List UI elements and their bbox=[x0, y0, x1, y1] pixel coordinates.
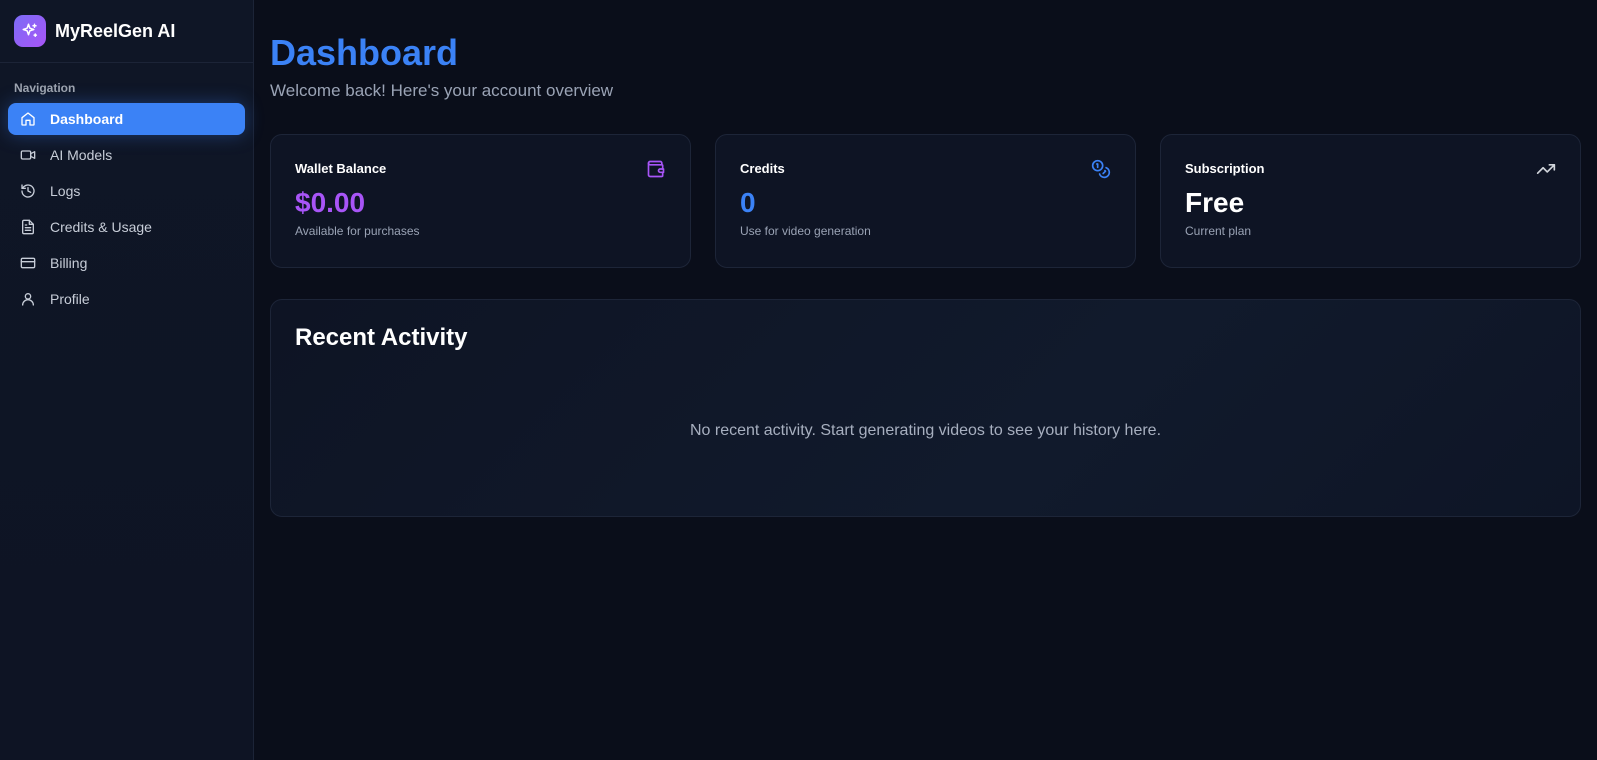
card-caption: Available for purchases bbox=[295, 224, 420, 238]
nav-list: Dashboard AI Models Logs Credits & Usage… bbox=[0, 103, 253, 315]
card-title: Subscription bbox=[1185, 161, 1265, 176]
sidebar-item-label: AI Models bbox=[50, 147, 113, 163]
video-camera-icon bbox=[20, 147, 36, 163]
card-value: $0.00 bbox=[295, 187, 366, 218]
stat-cards: Wallet Balance $0.00 Available for purch… bbox=[270, 134, 1581, 268]
brand-name: MyReelGen AI bbox=[55, 20, 176, 41]
sidebar-item-label: Billing bbox=[50, 255, 88, 271]
sidebar: MyReelGen AI Navigation Dashboard AI Mod… bbox=[0, 0, 254, 760]
home-icon bbox=[20, 111, 36, 127]
trending-up-icon bbox=[1536, 159, 1556, 179]
wallet-icon bbox=[646, 159, 666, 179]
sidebar-item-label: Credits & Usage bbox=[50, 219, 152, 235]
empty-state-message: No recent activity. Start generating vid… bbox=[689, 422, 1162, 439]
nav-heading: Navigation bbox=[14, 81, 76, 95]
sparkles-icon bbox=[14, 15, 46, 47]
sidebar-item-credits-usage[interactable]: Credits & Usage bbox=[8, 211, 245, 243]
card-caption: Use for video generation bbox=[740, 224, 871, 238]
app-root: MyReelGen AI Navigation Dashboard AI Mod… bbox=[0, 0, 1597, 760]
recent-activity-title: Recent Activity bbox=[295, 324, 468, 351]
card-value: Free bbox=[1185, 187, 1245, 218]
wallet-balance-card: Wallet Balance $0.00 Available for purch… bbox=[270, 134, 691, 268]
page-title: Dashboard bbox=[270, 32, 459, 73]
user-icon bbox=[20, 291, 36, 307]
credit-card-icon bbox=[20, 255, 36, 271]
sidebar-item-ai-models[interactable]: AI Models bbox=[8, 139, 245, 171]
recent-activity-panel: Recent Activity No recent activity. Star… bbox=[270, 299, 1581, 517]
card-title: Wallet Balance bbox=[295, 161, 387, 176]
sidebar-item-billing[interactable]: Billing bbox=[8, 247, 245, 279]
sidebar-item-label: Profile bbox=[50, 291, 90, 307]
sidebar-item-label: Dashboard bbox=[50, 111, 124, 127]
sidebar-item-label: Logs bbox=[50, 183, 81, 199]
coins-icon bbox=[1091, 159, 1111, 179]
card-title: Credits bbox=[740, 161, 785, 176]
document-icon bbox=[20, 219, 36, 235]
credits-card: Credits 0 Use for video generation bbox=[715, 134, 1136, 268]
history-icon bbox=[20, 183, 36, 199]
sidebar-item-profile[interactable]: Profile bbox=[8, 283, 245, 315]
page-subtitle: Welcome back! Here's your account overvi… bbox=[270, 81, 614, 100]
card-value: 0 bbox=[740, 187, 756, 218]
card-caption: Current plan bbox=[1185, 224, 1252, 238]
brand[interactable]: MyReelGen AI bbox=[0, 0, 253, 63]
main-content: Dashboard Welcome back! Here's your acco… bbox=[254, 0, 1597, 760]
sidebar-item-logs[interactable]: Logs bbox=[8, 175, 245, 207]
subscription-card: Subscription Free Current plan bbox=[1160, 134, 1581, 268]
sidebar-item-dashboard[interactable]: Dashboard bbox=[8, 103, 245, 135]
